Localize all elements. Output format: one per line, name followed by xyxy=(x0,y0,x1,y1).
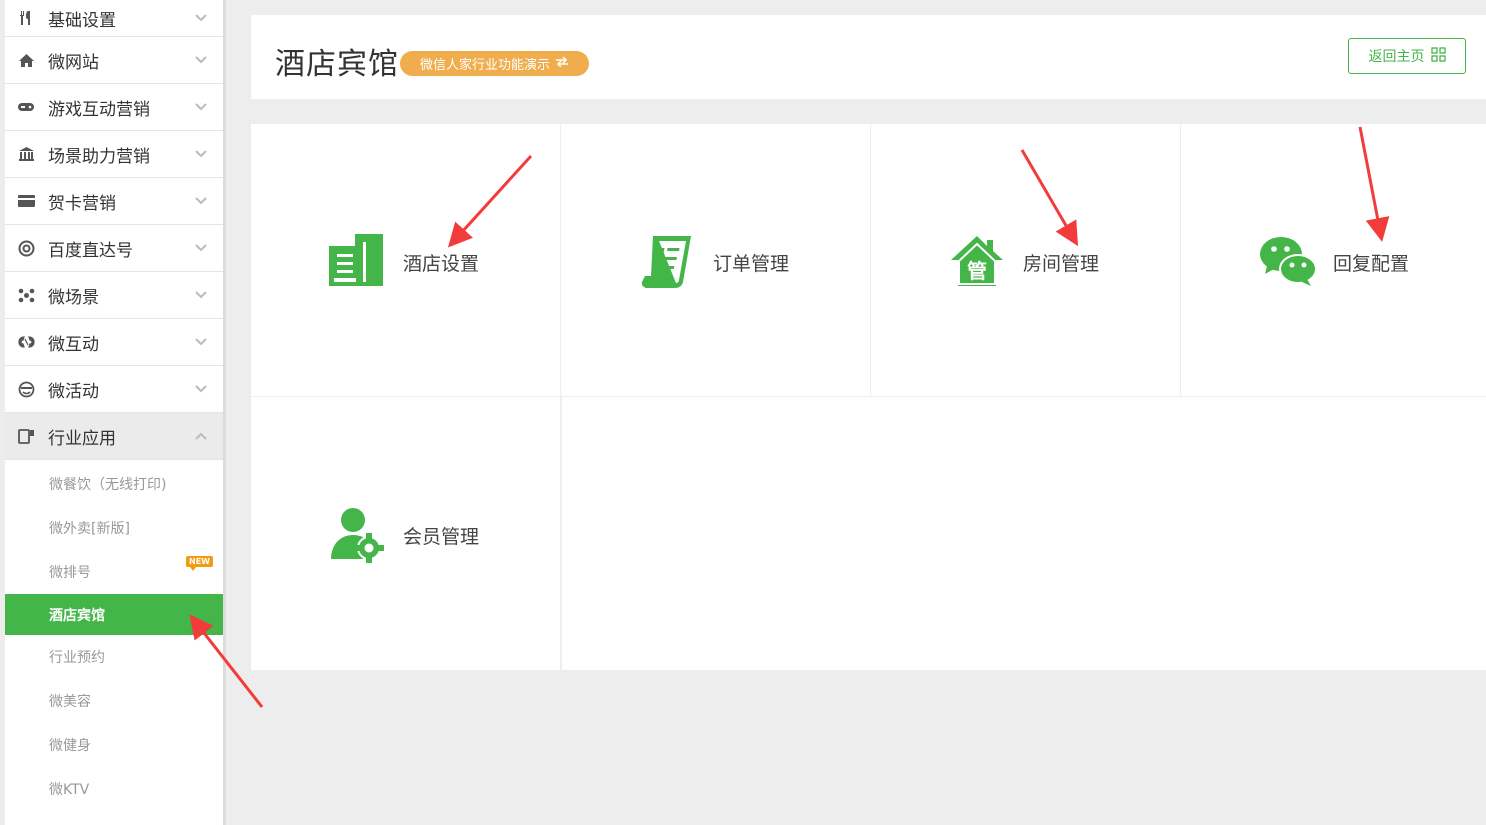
molecule-icon xyxy=(17,286,35,304)
sub-item-catering[interactable]: 微餐饮（无线打印) xyxy=(5,462,223,506)
sub-item-beauty[interactable]: 微美容 xyxy=(5,679,223,723)
menu-item-micro-activity[interactable]: 微活动 xyxy=(5,366,223,413)
chevron-down-icon xyxy=(195,383,207,395)
tile-order-management[interactable]: 订单管理 xyxy=(561,124,871,397)
sub-item-label: 微餐饮（无线打印) xyxy=(49,477,167,493)
menu-label: 行业应用 xyxy=(48,428,116,449)
demo-badge[interactable]: 微信人家行业功能演示 xyxy=(400,51,590,76)
page-title: 酒店宾馆 xyxy=(275,47,399,82)
sub-item-fitness[interactable]: 微健身 xyxy=(5,723,223,767)
menu-label: 微互动 xyxy=(48,334,99,355)
tile-room-management[interactable]: 管 房间管理 xyxy=(871,124,1181,397)
chevron-down-icon xyxy=(195,54,207,66)
menu-item-basic-settings[interactable]: 基础设置 xyxy=(5,0,223,37)
sub-item-label: 酒店宾馆 xyxy=(49,607,105,624)
house-manage-icon: 管 xyxy=(949,234,1005,290)
chevron-down-icon xyxy=(195,336,207,348)
menu-label: 基础设置 xyxy=(48,10,116,31)
menu-item-micro-interact[interactable]: 微互动 xyxy=(5,319,223,366)
sidebar-divider xyxy=(223,0,226,825)
chevron-down-icon xyxy=(195,101,207,113)
new-badge: NEW xyxy=(186,556,213,571)
sub-item-label: 微排号 xyxy=(49,565,91,581)
chevron-down-icon xyxy=(195,242,207,254)
sub-item-label: 微美容 xyxy=(49,694,91,710)
chevron-down-icon xyxy=(195,148,207,160)
card-icon xyxy=(17,192,35,210)
sidebar: 基础设置 微网站 游戏互动营销 场景助力营销 贺卡营销 百度直达号 微场景 微互… xyxy=(5,0,223,825)
svg-text:管: 管 xyxy=(967,259,987,283)
sub-item-takeout[interactable]: 微外卖[新版] xyxy=(5,506,223,550)
sub-item-label: 微健身 xyxy=(49,738,91,754)
sub-item-label: 微外卖[新版] xyxy=(49,521,130,537)
home-icon xyxy=(17,51,35,69)
order-list-icon xyxy=(639,234,695,290)
chevron-down-icon xyxy=(195,12,207,24)
member-gear-icon xyxy=(329,507,385,563)
function-grid: 酒店设置 订单管理 管 房间管理 回复配置 会员管理 xyxy=(251,124,1486,670)
menu-label: 微活动 xyxy=(48,381,99,402)
empty-grid-area xyxy=(561,397,1486,670)
at-icon xyxy=(17,239,35,257)
grid-icon xyxy=(1430,46,1446,66)
interact-icon xyxy=(17,333,35,351)
tile-label: 回复配置 xyxy=(1333,253,1410,275)
sub-item-hotel[interactable]: 酒店宾馆 xyxy=(5,594,223,635)
back-home-label: 返回主页 xyxy=(1368,49,1425,65)
gamepad-icon xyxy=(17,98,35,116)
menu-item-greeting-card[interactable]: 贺卡营销 xyxy=(5,178,223,225)
building-icon xyxy=(329,234,385,290)
tile-hotel-settings[interactable]: 酒店设置 xyxy=(251,124,561,397)
switch-arrows-icon xyxy=(555,56,569,71)
tile-member-management[interactable]: 会员管理 xyxy=(251,397,561,670)
menu-label: 微场景 xyxy=(48,287,99,308)
chevron-down-icon xyxy=(195,289,207,301)
menu-item-micro-site[interactable]: 微网站 xyxy=(5,37,223,84)
bank-icon xyxy=(17,145,35,163)
back-home-button[interactable]: 返回主页 xyxy=(1348,38,1466,74)
menu-item-game-marketing[interactable]: 游戏互动营销 xyxy=(5,84,223,131)
tile-label: 会员管理 xyxy=(403,526,480,548)
sub-item-ktv[interactable]: 微KTV xyxy=(5,767,223,811)
smile-icon xyxy=(17,380,35,398)
tile-label: 房间管理 xyxy=(1023,253,1100,275)
menu-item-baidu[interactable]: 百度直达号 xyxy=(5,225,223,272)
sub-item-booking[interactable]: 行业预约 xyxy=(5,635,223,679)
sub-item-label: 微KTV xyxy=(49,782,90,798)
demo-badge-label: 微信人家行业功能演示 xyxy=(420,58,551,73)
menu-item-industry[interactable]: 行业应用 xyxy=(5,413,223,460)
wechat-icon xyxy=(1259,234,1317,290)
menu-item-micro-scene[interactable]: 微场景 xyxy=(5,272,223,319)
industry-icon xyxy=(17,427,35,445)
menu-label: 贺卡营销 xyxy=(48,193,116,214)
menu-label: 百度直达号 xyxy=(48,240,133,261)
sub-item-queue[interactable]: 微排号 NEW xyxy=(5,550,223,594)
tile-reply-config[interactable]: 回复配置 xyxy=(1181,124,1486,397)
menu-label: 场景助力营销 xyxy=(48,146,150,167)
tile-label: 订单管理 xyxy=(713,253,790,275)
page-header: 酒店宾馆 微信人家行业功能演示 返回主页 xyxy=(251,15,1486,99)
menu-label: 游戏互动营销 xyxy=(48,99,150,120)
cutlery-icon xyxy=(17,9,35,27)
sub-item-label: 行业预约 xyxy=(49,650,105,666)
chevron-up-icon xyxy=(195,430,207,442)
tile-label: 酒店设置 xyxy=(403,253,480,275)
menu-item-scene-marketing[interactable]: 场景助力营销 xyxy=(5,131,223,178)
chevron-down-icon xyxy=(195,195,207,207)
menu-label: 微网站 xyxy=(48,52,99,73)
